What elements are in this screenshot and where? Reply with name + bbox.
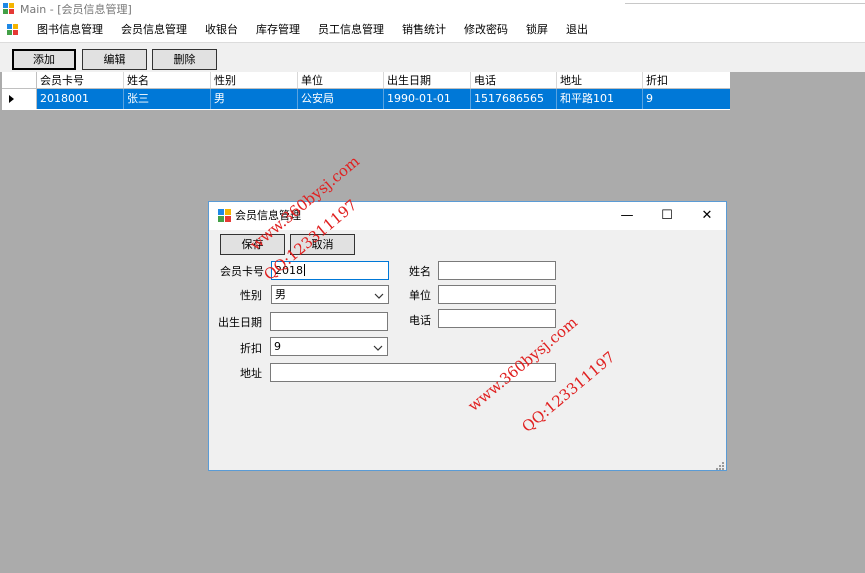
label-unit: 单位 [409, 289, 431, 302]
chevron-down-icon [373, 341, 383, 351]
grid-corner [2, 72, 37, 88]
label-birthdate: 出生日期 [218, 316, 262, 329]
gender-select[interactable]: 男 [271, 285, 389, 304]
menu-member-management[interactable]: 会员信息管理 [112, 18, 196, 42]
column-header-card-no[interactable]: 会员卡号 [37, 72, 124, 88]
menu-book-management[interactable]: 图书信息管理 [28, 18, 112, 42]
name-field[interactable] [438, 261, 556, 280]
cell-name[interactable]: 张三 [124, 89, 211, 109]
cell-gender[interactable]: 男 [211, 89, 298, 109]
menu-sales-stats[interactable]: 销售统计 [393, 18, 455, 42]
member-grid[interactable]: 会员卡号 姓名 性别 单位 出生日期 电话 地址 折扣 2018001 张三 男… [2, 72, 730, 110]
phone-field[interactable] [438, 309, 556, 328]
window-titlebar: Main - [会员信息管理] [0, 0, 865, 18]
birthdate-field[interactable] [270, 312, 388, 331]
column-header-birthdate[interactable]: 出生日期 [384, 72, 471, 88]
row-selector[interactable] [2, 89, 37, 109]
toolbar: 添加 编辑 删除 [0, 42, 865, 72]
resize-grip-icon[interactable] [716, 460, 724, 470]
discount-value: 9 [274, 340, 281, 353]
column-header-name[interactable]: 姓名 [124, 72, 211, 88]
cell-unit[interactable]: 公安局 [298, 89, 384, 109]
cell-discount[interactable]: 9 [643, 89, 730, 109]
column-header-discount[interactable]: 折扣 [643, 72, 730, 88]
label-phone: 电话 [409, 314, 431, 327]
chevron-down-icon [374, 289, 384, 299]
menu-exit[interactable]: 退出 [557, 18, 597, 42]
menu-bar: 图书信息管理 会员信息管理 收银台 库存管理 员工信息管理 销售统计 修改密码 … [0, 18, 865, 42]
label-discount: 折扣 [240, 342, 262, 355]
unit-field[interactable] [438, 285, 556, 304]
cell-phone[interactable]: 1517686565 [471, 89, 557, 109]
add-button[interactable]: 添加 [12, 49, 76, 70]
minimize-button[interactable]: — [607, 202, 647, 230]
column-header-address[interactable]: 地址 [557, 72, 643, 88]
column-header-phone[interactable]: 电话 [471, 72, 557, 88]
delete-button[interactable]: 删除 [152, 49, 217, 70]
window-title: Main - [会员信息管理] [20, 3, 132, 16]
menu-employee-management[interactable]: 员工信息管理 [309, 18, 393, 42]
label-card-no: 会员卡号 [220, 265, 264, 278]
app-icon [3, 3, 15, 15]
column-header-gender[interactable]: 性别 [211, 72, 298, 88]
member-dialog: 会员信息管理 — ☐ ✕ 保存 取消 会员卡号 2018 性别 男 出生日期 折… [208, 201, 727, 471]
cell-birthdate[interactable]: 1990-01-01 [384, 89, 471, 109]
mdi-child-icon[interactable] [6, 23, 20, 37]
titlebar-edge [625, 0, 865, 4]
cell-card-no[interactable]: 2018001 [37, 89, 124, 109]
column-header-unit[interactable]: 单位 [298, 72, 384, 88]
label-name: 姓名 [409, 265, 431, 278]
dialog-app-icon [218, 209, 231, 222]
menu-change-password[interactable]: 修改密码 [455, 18, 517, 42]
menu-inventory[interactable]: 库存管理 [247, 18, 309, 42]
menu-lock-screen[interactable]: 锁屏 [517, 18, 557, 42]
cell-address[interactable]: 和平路101 [557, 89, 643, 109]
text-caret [304, 264, 305, 276]
label-gender: 性别 [240, 289, 262, 302]
gender-value: 男 [275, 288, 286, 301]
edit-button[interactable]: 编辑 [82, 49, 147, 70]
discount-select[interactable]: 9 [270, 337, 388, 356]
current-row-icon [9, 95, 14, 103]
close-button[interactable]: ✕ [687, 202, 727, 230]
maximize-button[interactable]: ☐ [647, 202, 687, 230]
label-address: 地址 [240, 367, 262, 380]
table-row[interactable]: 2018001 张三 男 公安局 1990-01-01 1517686565 和… [2, 89, 730, 109]
grid-header: 会员卡号 姓名 性别 单位 出生日期 电话 地址 折扣 [2, 72, 730, 89]
menu-cashier[interactable]: 收银台 [196, 18, 247, 42]
